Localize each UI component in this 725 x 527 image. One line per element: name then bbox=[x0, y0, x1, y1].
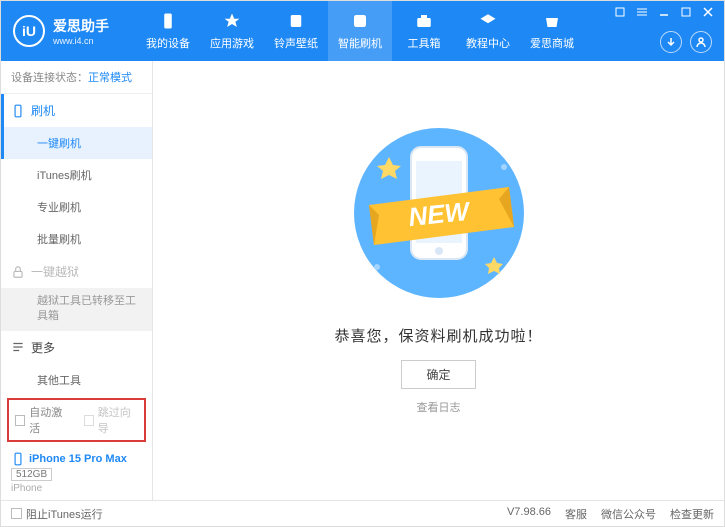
nav-label: 爱思商城 bbox=[530, 35, 574, 51]
user-button[interactable] bbox=[690, 31, 712, 53]
nav-label: 智能刷机 bbox=[338, 35, 382, 51]
phone-icon bbox=[158, 11, 178, 31]
sidebar-item-batch-flash[interactable]: 批量刷机 bbox=[1, 223, 152, 255]
success-illustration: NEW bbox=[329, 127, 549, 307]
view-log-link[interactable]: 查看日志 bbox=[417, 399, 461, 415]
ok-button[interactable]: 确定 bbox=[401, 360, 475, 389]
main-content: NEW 恭喜您，保资料刷机成功啦！ 确定 查看日志 bbox=[153, 61, 724, 500]
nav-tutorial[interactable]: 教程中心 bbox=[456, 1, 520, 61]
close-icon[interactable] bbox=[700, 5, 716, 19]
maximize-icon[interactable] bbox=[678, 5, 694, 19]
checkbox-skip-guide[interactable]: 跳过向导 bbox=[84, 404, 139, 436]
nav-smart-flash[interactable]: 智能刷机 bbox=[328, 1, 392, 61]
menu-icon[interactable] bbox=[634, 5, 650, 19]
skin-icon[interactable] bbox=[612, 5, 628, 19]
sidebar: 设备连接状态：正常模式 刷机 一键刷机 iTunes刷机 专业刷机 批量刷机 一… bbox=[1, 61, 153, 500]
success-message: 恭喜您，保资料刷机成功啦！ bbox=[334, 325, 542, 346]
sidebar-group-jailbreak[interactable]: 一键越狱 bbox=[1, 255, 152, 288]
sidebar-item-pro-flash[interactable]: 专业刷机 bbox=[1, 191, 152, 223]
sidebar-item-itunes-flash[interactable]: iTunes刷机 bbox=[1, 159, 152, 191]
sidebar-item-other-tools[interactable]: 其他工具 bbox=[1, 364, 152, 394]
lock-icon bbox=[11, 265, 25, 279]
more-icon bbox=[11, 340, 25, 354]
phone-small-icon bbox=[11, 452, 25, 466]
footer-support[interactable]: 客服 bbox=[565, 506, 587, 522]
brand-url: www.i4.cn bbox=[53, 36, 109, 46]
footer-version: V7.98.66 bbox=[507, 506, 551, 522]
minimize-icon[interactable] bbox=[656, 5, 672, 19]
toolbox-icon bbox=[414, 11, 434, 31]
window-controls bbox=[612, 5, 716, 19]
footer-check-update[interactable]: 检查更新 bbox=[670, 506, 714, 522]
nav-label: 工具箱 bbox=[408, 35, 441, 51]
nav-toolbox[interactable]: 工具箱 bbox=[392, 1, 456, 61]
nav-ringtone[interactable]: 铃声壁纸 bbox=[264, 1, 328, 61]
connection-status: 设备连接状态：正常模式 bbox=[1, 61, 152, 94]
device-name[interactable]: iPhone 15 Pro Max bbox=[11, 452, 142, 466]
download-button[interactable] bbox=[660, 31, 682, 53]
appstore-icon bbox=[222, 11, 242, 31]
device-storage: 512GB bbox=[11, 468, 52, 481]
phone-small-icon bbox=[11, 104, 25, 118]
device-type: iPhone bbox=[11, 483, 142, 494]
logo-area: iU 爱思助手 www.i4.cn bbox=[1, 15, 136, 47]
checkbox-block-itunes[interactable]: 阻止iTunes运行 bbox=[11, 506, 103, 522]
checkbox-icon bbox=[84, 415, 94, 426]
options-box: 自动激活 跳过向导 bbox=[7, 398, 146, 442]
checkbox-auto-activate[interactable]: 自动激活 bbox=[15, 404, 70, 436]
nav-store[interactable]: 爱思商城 bbox=[520, 1, 584, 61]
checkbox-icon bbox=[11, 508, 22, 519]
refresh-icon bbox=[350, 11, 370, 31]
checkbox-icon bbox=[15, 415, 25, 426]
device-info: iPhone 15 Pro Max 512GB iPhone bbox=[1, 446, 152, 500]
nav-label: 铃声壁纸 bbox=[274, 35, 318, 51]
shop-icon bbox=[542, 11, 562, 31]
brand-name: 爱思助手 bbox=[53, 16, 109, 36]
nav-label: 教程中心 bbox=[466, 35, 510, 51]
nav-label: 我的设备 bbox=[146, 35, 190, 51]
nav-my-device[interactable]: 我的设备 bbox=[136, 1, 200, 61]
app-header: iU 爱思助手 www.i4.cn 我的设备 应用游戏 铃声壁纸 智能刷机 bbox=[1, 1, 724, 61]
graduation-icon bbox=[478, 11, 498, 31]
music-icon bbox=[286, 11, 306, 31]
nav-label: 应用游戏 bbox=[210, 35, 254, 51]
footer: 阻止iTunes运行 V7.98.66 客服 微信公众号 检查更新 bbox=[1, 500, 724, 526]
sidebar-group-flash[interactable]: 刷机 bbox=[1, 94, 152, 127]
sidebar-item-one-key-flash[interactable]: 一键刷机 bbox=[1, 127, 152, 159]
nav-apps[interactable]: 应用游戏 bbox=[200, 1, 264, 61]
logo-icon: iU bbox=[13, 15, 45, 47]
footer-wechat[interactable]: 微信公众号 bbox=[601, 506, 656, 522]
sidebar-group-more[interactable]: 更多 bbox=[1, 331, 152, 364]
sidebar-item-jailbreak-note[interactable]: 越狱工具已转移至工具箱 bbox=[1, 288, 152, 331]
